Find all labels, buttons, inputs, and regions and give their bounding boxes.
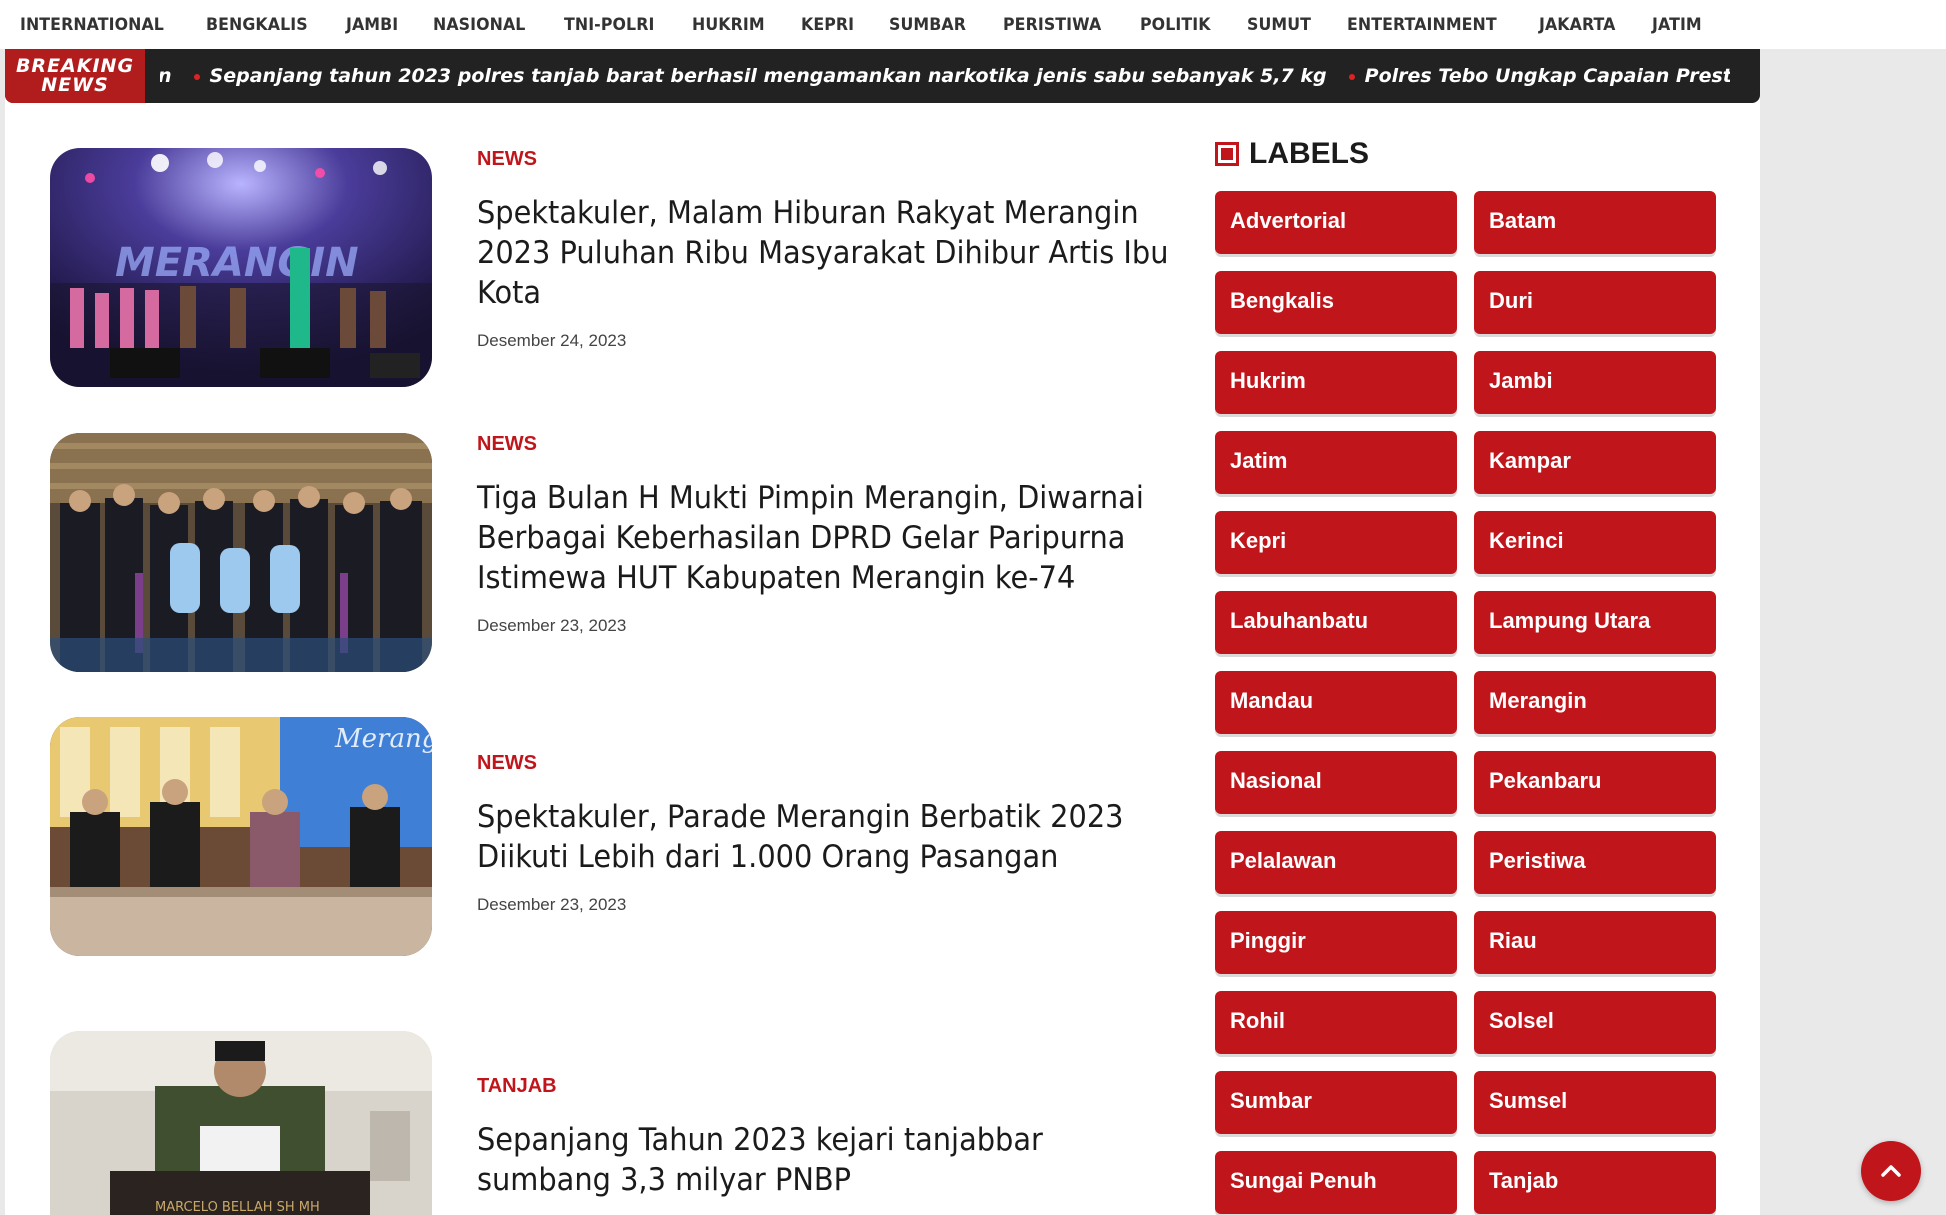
post-category[interactable]: NEWS xyxy=(477,752,1177,775)
nav-item-kepri[interactable]: KEPRI xyxy=(801,15,854,35)
breaking-news-label-line2: NEWS xyxy=(41,74,109,96)
nav-item-sumut[interactable]: SUMUT xyxy=(1247,15,1311,35)
label-sungai-penuh[interactable]: Sungai Penuh xyxy=(1215,1151,1457,1214)
label-mandau[interactable]: Mandau xyxy=(1215,671,1457,734)
label-batam[interactable]: Batam xyxy=(1474,191,1716,254)
label-kepri[interactable]: Kepri xyxy=(1215,511,1457,574)
post-title[interactable]: Spektakuler, Malam Hiburan Rakyat Merang… xyxy=(477,193,1175,313)
label-solsel[interactable]: Solsel xyxy=(1474,991,1716,1054)
group-photo-image xyxy=(50,433,432,672)
label-sumsel[interactable]: Sumsel xyxy=(1474,1071,1716,1134)
nav-item-hukrim[interactable]: HUKRIM xyxy=(692,15,765,35)
label-rohil[interactable]: Rohil xyxy=(1215,991,1457,1054)
label-jatim[interactable]: Jatim xyxy=(1215,431,1457,494)
labels-header: LABELS xyxy=(1215,134,1735,174)
post-date: Desember 23, 2023 xyxy=(477,895,627,914)
label-labuhanbatu[interactable]: Labuhanbatu xyxy=(1215,591,1457,654)
label-pekanbaru[interactable]: Pekanbaru xyxy=(1474,751,1716,814)
ticker-item[interactable]: Sepanjang tahun 2023 polres tanjab barat… xyxy=(193,65,1327,87)
post-title[interactable]: Spektakuler, Parade Merangin Berbatik 20… xyxy=(477,797,1175,877)
svg-text:MARCELO BELLAH SH MH: MARCELO BELLAH SH MH xyxy=(155,1200,320,1215)
concert-stage-image: MERANGIN xyxy=(50,148,432,387)
post-body: NEWS Spektakuler, Malam Hiburan Rakyat M… xyxy=(477,148,1177,351)
label-pinggir[interactable]: Pinggir xyxy=(1215,911,1457,974)
post-body: TANJAB Sepanjang Tahun 2023 kejari tanja… xyxy=(477,1031,1177,1200)
post-title[interactable]: Sepanjang Tahun 2023 kejari tanjabbar su… xyxy=(477,1120,1175,1200)
breaking-news-label: BREAKING NEWS xyxy=(5,49,145,103)
nav-item-international[interactable]: INTERNATIONAL xyxy=(20,15,164,35)
nav-item-jakarta[interactable]: JAKARTA xyxy=(1539,15,1616,35)
label-tanjab[interactable]: Tanjab xyxy=(1474,1151,1716,1214)
square-marker-icon xyxy=(1215,142,1239,166)
nav-item-sumbar[interactable]: SUMBAR xyxy=(889,15,966,35)
post-thumbnail[interactable] xyxy=(50,433,432,672)
page-container: BREAKING NEWS n Sepanjang tahun 2023 pol… xyxy=(5,49,1760,1215)
post-date: Desember 24, 2023 xyxy=(477,331,627,350)
svg-text:MERANGIN: MERANGIN xyxy=(115,240,359,286)
label-kampar[interactable]: Kampar xyxy=(1474,431,1716,494)
nav-item-jatim[interactable]: JATIM xyxy=(1652,15,1702,35)
label-riau[interactable]: Riau xyxy=(1474,911,1716,974)
ticker-item[interactable]: n xyxy=(160,65,172,87)
labels-title: LABELS xyxy=(1249,137,1369,170)
nav-item-jambi[interactable]: JAMBI xyxy=(346,15,398,35)
label-sumbar[interactable]: Sumbar xyxy=(1215,1071,1457,1134)
label-lampung-utara[interactable]: Lampung Utara xyxy=(1474,591,1716,654)
label-advertorial[interactable]: Advertorial xyxy=(1215,191,1457,254)
post-thumbnail[interactable]: MERANGIN xyxy=(50,148,432,387)
bullet-icon xyxy=(1348,73,1355,80)
back-to-top-button[interactable] xyxy=(1861,1141,1921,1201)
post-category[interactable]: NEWS xyxy=(477,433,1177,456)
batik-parade-image: Merang Berbat xyxy=(50,717,432,956)
post-category[interactable]: NEWS xyxy=(477,148,1177,171)
post-thumbnail[interactable]: Merang Berbat xyxy=(50,717,432,956)
label-duri[interactable]: Duri xyxy=(1474,271,1716,334)
top-nav: INTERNATIONAL BENGKALIS JAMBI NASIONAL T… xyxy=(0,0,1946,49)
label-nasional[interactable]: Nasional xyxy=(1215,751,1457,814)
nav-item-entertainment[interactable]: ENTERTAINMENT xyxy=(1347,15,1497,35)
ticker-track: n Sepanjang tahun 2023 polres tanjab bar… xyxy=(160,49,1730,103)
nav-item-bengkalis[interactable]: BENGKALIS xyxy=(206,15,308,35)
labels-sidebar: LABELS Advertorial Batam Bengkalis Duri Hukr… xyxy=(1215,134,1735,1214)
label-bengkalis[interactable]: Bengkalis xyxy=(1215,271,1457,334)
label-merangin[interactable]: Merangin xyxy=(1474,671,1716,734)
nav-item-peristiwa[interactable]: PERISTIWA xyxy=(1003,15,1101,35)
nav-item-tni-polri[interactable]: TNI-POLRI xyxy=(564,15,654,35)
post-date: Desember 23, 2023 xyxy=(477,616,627,635)
post-thumbnail[interactable]: MARCELO BELLAH SH MH xyxy=(50,1031,432,1215)
bullet-icon xyxy=(193,73,200,80)
ticker-item[interactable]: Polres Tebo Ungkap Capaian Prestasi, mus xyxy=(1348,65,1730,87)
label-jambi[interactable]: Jambi xyxy=(1474,351,1716,414)
nav-item-nasional[interactable]: NASIONAL xyxy=(433,15,525,35)
svg-text:Merang Berbat: Merang Berbat xyxy=(334,724,432,754)
label-pelalawan[interactable]: Pelalawan xyxy=(1215,831,1457,894)
post-body: NEWS Tiga Bulan H Mukti Pimpin Merangin,… xyxy=(477,433,1177,636)
label-hukrim[interactable]: Hukrim xyxy=(1215,351,1457,414)
chevron-up-icon xyxy=(1881,1165,1901,1177)
post-title[interactable]: Tiga Bulan H Mukti Pimpin Merangin, Diwa… xyxy=(477,478,1175,598)
label-peristiwa[interactable]: Peristiwa xyxy=(1474,831,1716,894)
post-body: NEWS Spektakuler, Parade Merangin Berbat… xyxy=(477,717,1177,915)
official-speech-image: MARCELO BELLAH SH MH xyxy=(50,1031,432,1215)
post-category[interactable]: TANJAB xyxy=(477,1075,1177,1098)
label-kerinci[interactable]: Kerinci xyxy=(1474,511,1716,574)
breaking-news-ticker: BREAKING NEWS n Sepanjang tahun 2023 pol… xyxy=(5,49,1760,103)
nav-item-politik[interactable]: POLITIK xyxy=(1140,15,1211,35)
